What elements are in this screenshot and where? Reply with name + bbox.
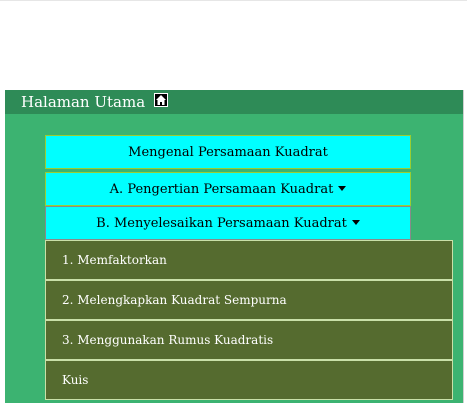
dropdown-item-kuis[interactable]: Kuis xyxy=(45,360,453,400)
intro-button-label: Mengenal Persamaan Kuadrat xyxy=(128,145,328,160)
dropdown-item-memfaktorkan[interactable]: 1. Memfaktorkan xyxy=(45,240,453,280)
dropdown-item-kuadrat-sempurna[interactable]: 2. Melengkapkan Kuadrat Sempurna xyxy=(45,280,453,320)
section-a-button[interactable]: A. Pengertian Persamaan Kuadrat xyxy=(45,172,411,206)
home-icon[interactable] xyxy=(154,93,168,107)
caret-down-icon xyxy=(338,186,347,191)
main-panel: Halaman Utama Mengenal Persamaan Kuadrat… xyxy=(5,90,463,403)
right-divider xyxy=(463,90,464,403)
section-a-label: A. Pengertian Persamaan Kuadrat xyxy=(109,182,334,197)
top-divider xyxy=(0,0,467,1)
home-icon-glyph xyxy=(156,95,166,105)
page-title[interactable]: Halaman Utama xyxy=(21,92,145,112)
intro-button[interactable]: Mengenal Persamaan Kuadrat xyxy=(45,135,411,169)
caret-down-icon xyxy=(351,220,360,225)
section-b-label: B. Menyelesaikan Persamaan Kuadrat xyxy=(96,216,347,231)
section-b-button[interactable]: B. Menyelesaikan Persamaan Kuadrat xyxy=(45,206,411,240)
header-bar: Halaman Utama xyxy=(5,90,463,114)
dropdown-item-rumus-kuadratis[interactable]: 3. Menggunakan Rumus Kuadratis xyxy=(45,320,453,360)
